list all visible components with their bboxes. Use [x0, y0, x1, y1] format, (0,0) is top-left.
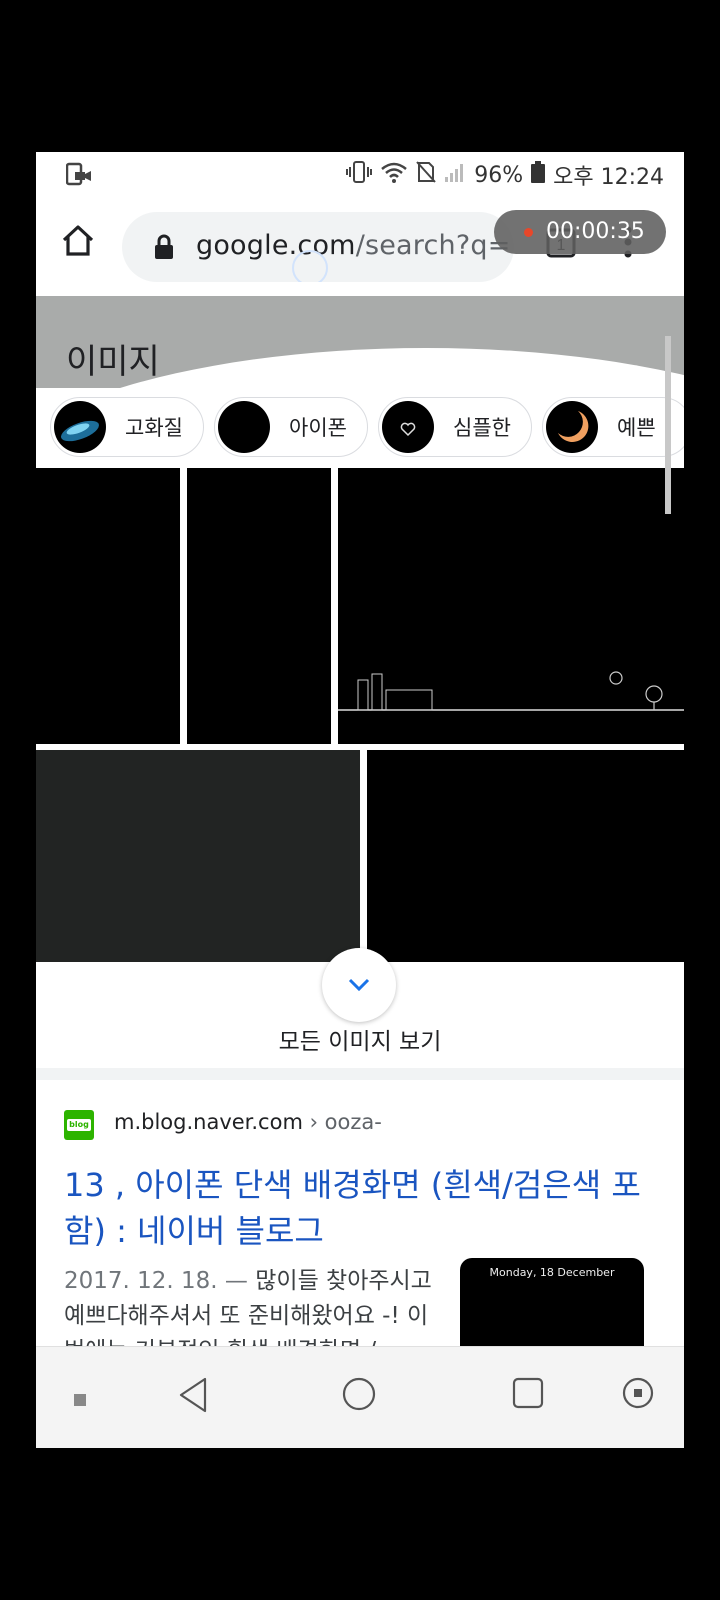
chip-thumbnail [54, 401, 106, 453]
record-dot-icon [524, 228, 533, 237]
chip-simple[interactable]: 심플한 [378, 397, 532, 457]
url-host: google.com [196, 230, 356, 261]
chip-thumbnail [382, 401, 434, 453]
home-nav-icon[interactable] [342, 1377, 376, 1415]
thumbnail-caption: Monday, 18 December [489, 1266, 615, 1279]
chip-label: 아이폰 [289, 416, 347, 440]
result-breadcrumb: › ooza- [302, 1110, 382, 1134]
scrollbar[interactable] [665, 336, 671, 514]
lock-icon [154, 234, 174, 264]
naver-blog-favicon: blog [64, 1110, 94, 1140]
section-divider [36, 1068, 684, 1080]
system-navigation-bar [36, 1346, 684, 1448]
chevron-down-icon [348, 978, 370, 992]
chip-thumbnail [546, 401, 598, 453]
recording-time: 00:00:35 [546, 219, 645, 244]
image-result[interactable] [36, 468, 180, 744]
browser-toolbar: google.com/search?q= 1 00:00:35 [36, 198, 684, 298]
search-result: blog m.blog.naver.com › ooza- 13 , 아이폰 단… [36, 1080, 684, 1418]
phone-screen: 96% 오후 12:24 google.com/search?q= 1 00:0… [36, 152, 684, 1448]
image-results-grid [36, 468, 684, 968]
result-site[interactable]: m.blog.naver.com › ooza- [114, 1110, 382, 1134]
nav-dot-icon [74, 1391, 86, 1410]
chip-thumbnail [218, 401, 270, 453]
chip-hd[interactable]: 고화질 [50, 397, 204, 457]
home-icon[interactable] [60, 222, 96, 262]
vibrate-icon [346, 161, 373, 189]
screen-record-icon [65, 162, 92, 190]
image-result[interactable] [367, 750, 684, 968]
result-title-link[interactable]: 13 , 아이폰 단색 배경화면 (흰색/검은색 포함) : 네이버 블로그 [64, 1162, 664, 1254]
image-filter-chips: 고화질 아이폰 심플한 예쁜 [50, 397, 684, 459]
chip-pretty[interactable]: 예쁜 [542, 397, 684, 457]
wifi-icon [380, 161, 408, 189]
back-icon[interactable] [178, 1377, 208, 1417]
image-result[interactable] [338, 468, 684, 744]
chip-label: 예쁜 [617, 416, 656, 440]
result-date: 2017. 12. 18. — [64, 1268, 256, 1294]
url-path: /search?q= [355, 230, 511, 261]
loading-spinner [292, 250, 328, 282]
expand-images-button[interactable] [322, 948, 396, 1022]
chip-label: 심플한 [453, 416, 511, 440]
url-text: google.com/search?q= [196, 230, 511, 261]
status-bar: 96% 오후 12:24 [36, 152, 684, 198]
result-domain: m.blog.naver.com [114, 1110, 303, 1134]
battery-icon [531, 161, 546, 189]
no-sim-icon [416, 161, 436, 189]
url-bar[interactable]: google.com/search?q= [122, 212, 514, 282]
see-all-images-link[interactable]: 모든 이미지 보기 [36, 1022, 684, 1056]
battery-percent: 96% [474, 162, 524, 188]
assistant-icon[interactable] [622, 1377, 654, 1413]
chip-label: 고화질 [125, 416, 183, 440]
image-result[interactable] [36, 750, 360, 968]
recents-icon[interactable] [512, 1377, 544, 1413]
recording-timer[interactable]: 00:00:35 [494, 210, 666, 254]
chip-iphone[interactable]: 아이폰 [214, 397, 368, 457]
signal-icon [444, 161, 466, 189]
skyline-drawing [338, 671, 684, 711]
images-section-title: 이미지 [66, 342, 160, 382]
image-result[interactable] [187, 468, 331, 744]
clock: 오후 12:24 [553, 165, 664, 190]
